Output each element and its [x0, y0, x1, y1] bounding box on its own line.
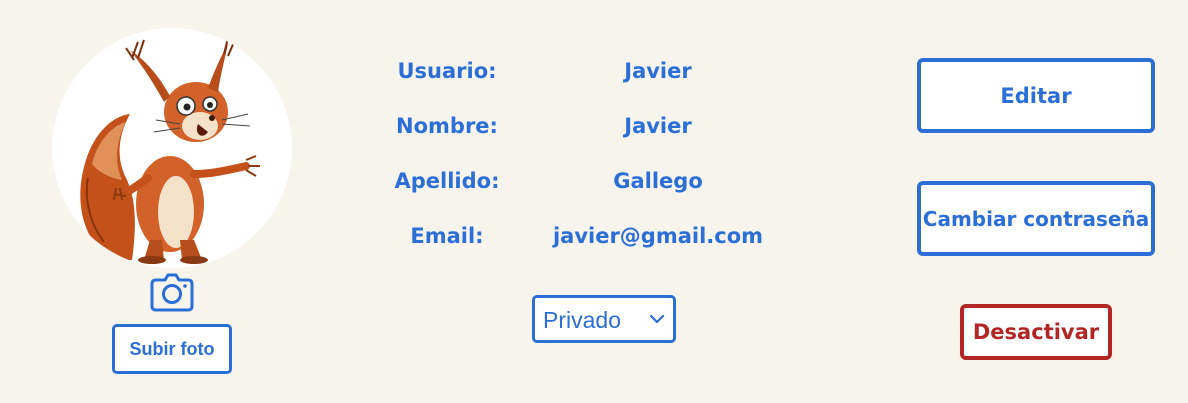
- username-value: Javier: [624, 59, 692, 83]
- change-password-button[interactable]: Cambiar contraseña: [917, 181, 1155, 256]
- camera-icon[interactable]: [150, 272, 194, 312]
- first-name-label: Nombre:: [396, 114, 498, 138]
- squirrel-illustration: [80, 37, 260, 264]
- edit-button[interactable]: Editar: [917, 58, 1155, 133]
- first-name-value: Javier: [624, 114, 692, 138]
- last-name-label: Apellido:: [394, 169, 500, 193]
- privacy-selected-value: Privado: [543, 307, 621, 333]
- username-label: Usuario:: [397, 59, 497, 83]
- upload-photo-button[interactable]: Subir foto: [112, 324, 232, 374]
- profile-avatar: [52, 28, 292, 268]
- last-name-value: Gallego: [613, 169, 703, 193]
- privacy-select[interactable]: Privado: [532, 295, 676, 343]
- chevron-down-icon: [649, 314, 665, 324]
- email-label: Email:: [410, 224, 484, 248]
- deactivate-button[interactable]: Desactivar: [960, 304, 1112, 360]
- email-value: javier@gmail.com: [552, 224, 764, 248]
